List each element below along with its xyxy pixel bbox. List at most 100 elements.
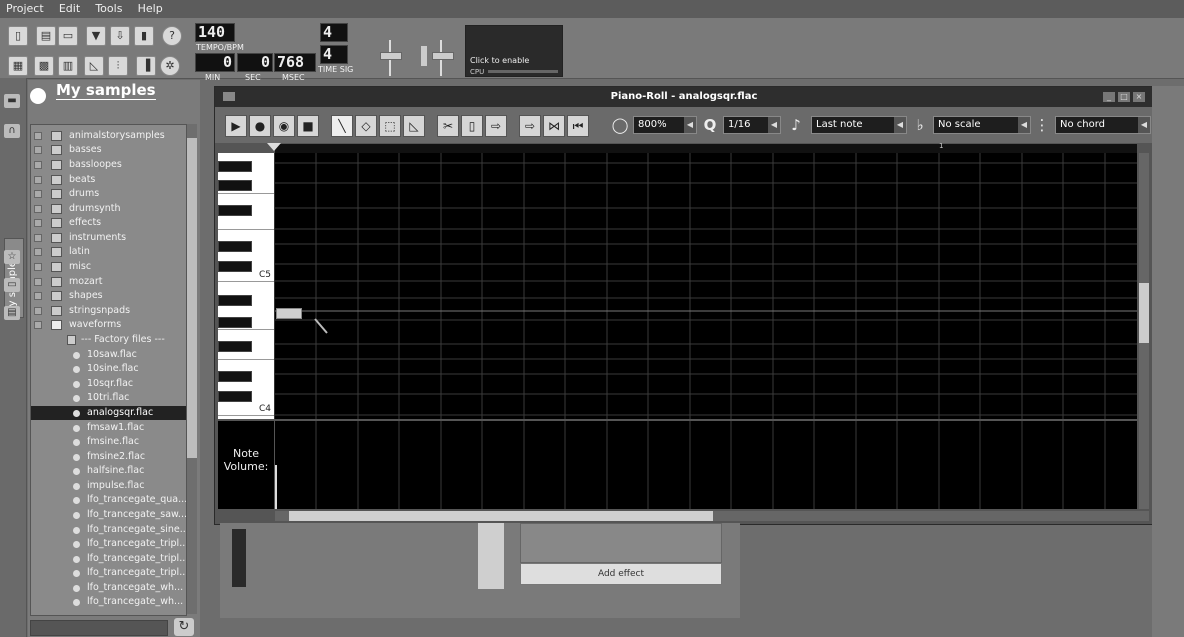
add-effect-button[interactable]: Add effect [520, 563, 722, 585]
close-icon[interactable]: × [1133, 92, 1145, 102]
star-icon[interactable]: ☆ [4, 250, 20, 264]
headphones-icon[interactable]: ∩ [4, 124, 20, 138]
tree-folder[interactable]: drumsynth [31, 202, 186, 216]
file-item[interactable]: fmsaw1.flac [31, 421, 186, 435]
draw-mode-icon[interactable]: ╲ [331, 115, 353, 137]
tree-folder[interactable]: basses [31, 143, 186, 157]
tree-folder[interactable]: animalstorysamples [31, 129, 186, 143]
menu-help[interactable]: Help [132, 0, 169, 15]
file-item[interactable]: impulse.flac [31, 479, 186, 493]
master-pitch-slider[interactable] [418, 40, 458, 76]
file-item[interactable]: fmsine.flac [31, 435, 186, 449]
file-item[interactable]: lfo_trancegate_qua... [31, 493, 186, 507]
note-volume-area[interactable] [275, 421, 1137, 509]
file-item-selected[interactable]: analogsqr.flac [31, 406, 186, 420]
menu-edit[interactable]: Edit [53, 0, 86, 15]
tree-folder[interactable]: mozart [31, 275, 186, 289]
new-project-icon[interactable]: ▯ [8, 26, 28, 46]
browser-filter-input[interactable] [30, 620, 168, 636]
tempo-display[interactable]: 140 [195, 23, 235, 42]
file-item[interactable]: 10saw.flac [31, 348, 186, 362]
menu-project[interactable]: Project [0, 0, 50, 15]
open-project-icon[interactable]: ▭ [58, 26, 78, 46]
horizontal-scrollbar-thumb[interactable] [289, 511, 713, 521]
playhead-icon[interactable] [267, 143, 281, 151]
file-item[interactable]: lfo_trancegate_tripl... [31, 537, 186, 551]
black-key[interactable] [218, 261, 252, 272]
black-key[interactable] [218, 295, 252, 306]
loop-icon[interactable]: ⋈ [543, 115, 565, 137]
help-icon[interactable]: ? [162, 26, 182, 46]
file-item[interactable]: lfo_trancegate_saw... [31, 508, 186, 522]
menu-tools[interactable]: Tools [89, 0, 128, 15]
tree-folder[interactable]: drums [31, 187, 186, 201]
chord-combo[interactable]: No chord ◀ [1055, 116, 1151, 134]
file-item[interactable]: lfo_trancegate_tripl... [31, 566, 186, 580]
minimize-icon[interactable]: _ [1103, 92, 1115, 102]
root-directory-icon[interactable]: ▤ [4, 306, 20, 320]
black-key[interactable] [218, 391, 252, 402]
black-key[interactable] [218, 180, 252, 191]
piano-roll-icon[interactable]: ▥ [58, 56, 78, 76]
record-icon[interactable]: ● [249, 115, 271, 137]
instrument-plugins-icon[interactable]: ▬ [4, 94, 20, 108]
tree-folder[interactable]: beats [31, 173, 186, 187]
file-item[interactable]: lfo_trancegate_wh... [31, 581, 186, 595]
beat-bassline-editor-icon[interactable]: ▩ [34, 56, 54, 76]
note-length-combo[interactable]: Last note ◀ [811, 116, 907, 134]
tree-folder[interactable]: bassloopes [31, 158, 186, 172]
timesig-numerator[interactable]: 4 [320, 23, 348, 42]
file-item[interactable]: fmsine2.flac [31, 450, 186, 464]
detune-mode-icon[interactable]: ◺ [403, 115, 425, 137]
fx-fader[interactable] [478, 523, 504, 589]
tree-folder[interactable]: stringsnpads [31, 304, 186, 318]
file-item[interactable]: lfo_trancegate_tripl... [31, 552, 186, 566]
copy-icon[interactable]: ▯ [461, 115, 483, 137]
file-item[interactable]: 10sine.flac [31, 362, 186, 376]
black-key[interactable] [218, 205, 252, 216]
tree-folder[interactable]: shapes [31, 289, 186, 303]
tree-folder-open[interactable]: waveforms [31, 318, 186, 332]
computer-icon[interactable]: ▭ [4, 278, 20, 292]
timesig-denominator[interactable]: 4 [320, 45, 348, 64]
tree-folder[interactable]: effects [31, 216, 186, 230]
forward-icon[interactable]: ⇨ [519, 115, 541, 137]
stop-icon[interactable]: ■ [297, 115, 319, 137]
play-icon[interactable]: ▶ [225, 115, 247, 137]
black-key[interactable] [218, 161, 252, 172]
recent-projects-icon[interactable]: ▼ [86, 26, 106, 46]
black-key[interactable] [218, 317, 252, 328]
select-mode-icon[interactable]: ⬚ [379, 115, 401, 137]
song-editor-icon[interactable]: ▦ [8, 56, 28, 76]
refresh-icon[interactable]: ↻ [174, 618, 194, 636]
quantize-combo[interactable]: 1/16 ◀ [723, 116, 781, 134]
black-key[interactable] [218, 341, 252, 352]
fx-mixer-icon[interactable]: ⫶ [108, 56, 128, 76]
project-notes-icon[interactable]: ▐ [136, 56, 156, 76]
tree-folder[interactable]: latin [31, 245, 186, 259]
automation-editor-icon[interactable]: ◺ [84, 56, 104, 76]
controller-rack-icon[interactable]: ✲ [160, 56, 180, 76]
new-from-template-icon[interactable]: ▤ [36, 26, 56, 46]
zoom-combo[interactable]: 800% ◀ [633, 116, 697, 134]
file-item[interactable]: 10tri.flac [31, 391, 186, 405]
file-item[interactable]: lfo_trancegate_wh... [31, 595, 186, 609]
midi-note[interactable] [276, 308, 302, 319]
black-key[interactable] [218, 241, 252, 252]
file-item[interactable]: halfsine.flac [31, 464, 186, 478]
piano-keyboard[interactable]: C5 C4 [218, 153, 275, 419]
timeline[interactable]: 1 [275, 142, 1137, 153]
window-menu-icon[interactable] [223, 92, 235, 101]
tree-scrollbar-thumb[interactable] [187, 138, 197, 458]
maximize-icon[interactable]: □ [1118, 92, 1130, 102]
black-key[interactable] [218, 371, 252, 382]
rewind-icon[interactable]: ⏮ [567, 115, 589, 137]
cpu-graph[interactable]: Click to enable CPU [465, 25, 563, 77]
save-project-icon[interactable]: ⇩ [110, 26, 130, 46]
master-volume-slider[interactable] [372, 40, 408, 76]
file-item[interactable]: 10sqr.flac [31, 377, 186, 391]
tree-folder[interactable]: misc [31, 260, 186, 274]
tree-folder[interactable]: instruments [31, 231, 186, 245]
export-project-icon[interactable]: ▮ [134, 26, 154, 46]
record-while-playing-icon[interactable]: ◉ [273, 115, 295, 137]
